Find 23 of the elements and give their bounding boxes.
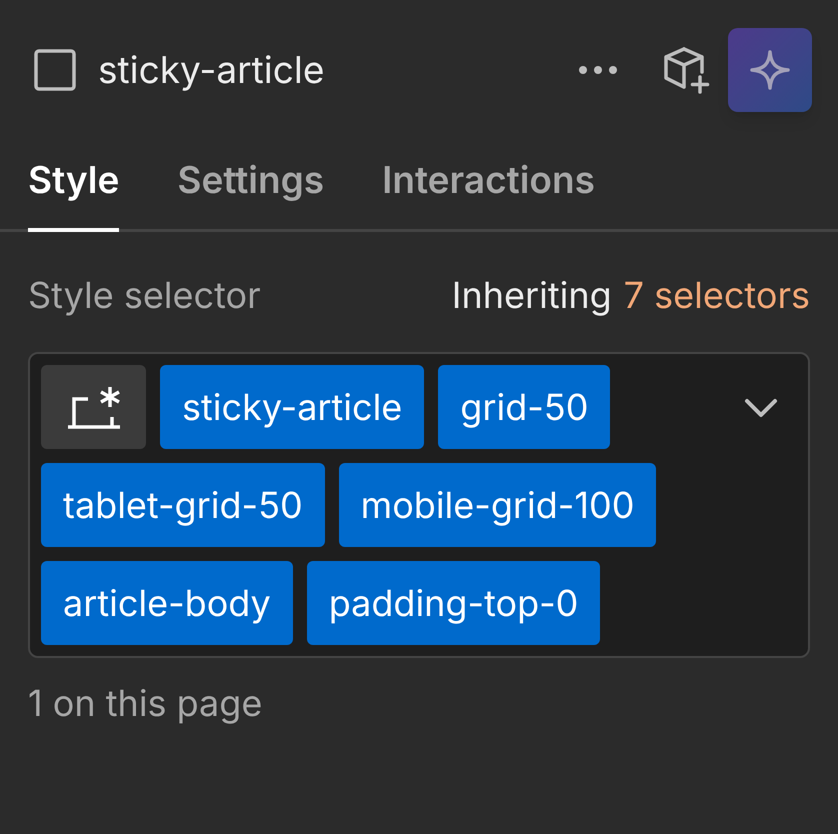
- class-tag[interactable]: grid-50: [438, 365, 610, 449]
- inheriting-selectors-link[interactable]: 7 selectors: [624, 268, 810, 322]
- class-tag[interactable]: padding-top-0: [306, 561, 600, 645]
- style-selector-label: Style selector: [28, 272, 261, 319]
- element-icon: [34, 49, 76, 91]
- class-tag[interactable]: article-body: [41, 561, 293, 645]
- usage-count: 1 on this page: [28, 680, 264, 727]
- cube-plus-icon[interactable]: [662, 46, 710, 94]
- class-tag[interactable]: tablet-grid-50: [41, 463, 325, 547]
- selector-field[interactable]: sticky-article grid-50 tablet-grid-50 mobile-grid-100 article-body padding-top-0: [28, 352, 810, 658]
- element-name: sticky-article: [98, 46, 324, 94]
- more-icon[interactable]: [578, 65, 618, 75]
- panel-tab[interactable]: Interactions: [382, 161, 595, 232]
- chevron-down-icon[interactable]: [744, 398, 778, 418]
- inheriting-label: Inheriting: [452, 272, 612, 319]
- global-selector-icon: [66, 385, 122, 429]
- sparkle-icon: [750, 50, 790, 90]
- ai-assistant-button[interactable]: [728, 28, 812, 112]
- class-tag[interactable]: sticky-article: [160, 365, 424, 449]
- panel-tab[interactable]: Style: [28, 161, 120, 232]
- class-tag[interactable]: mobile-grid-100: [338, 463, 656, 547]
- new-selector-button[interactable]: [41, 365, 146, 449]
- panel-tab[interactable]: Settings: [177, 161, 324, 232]
